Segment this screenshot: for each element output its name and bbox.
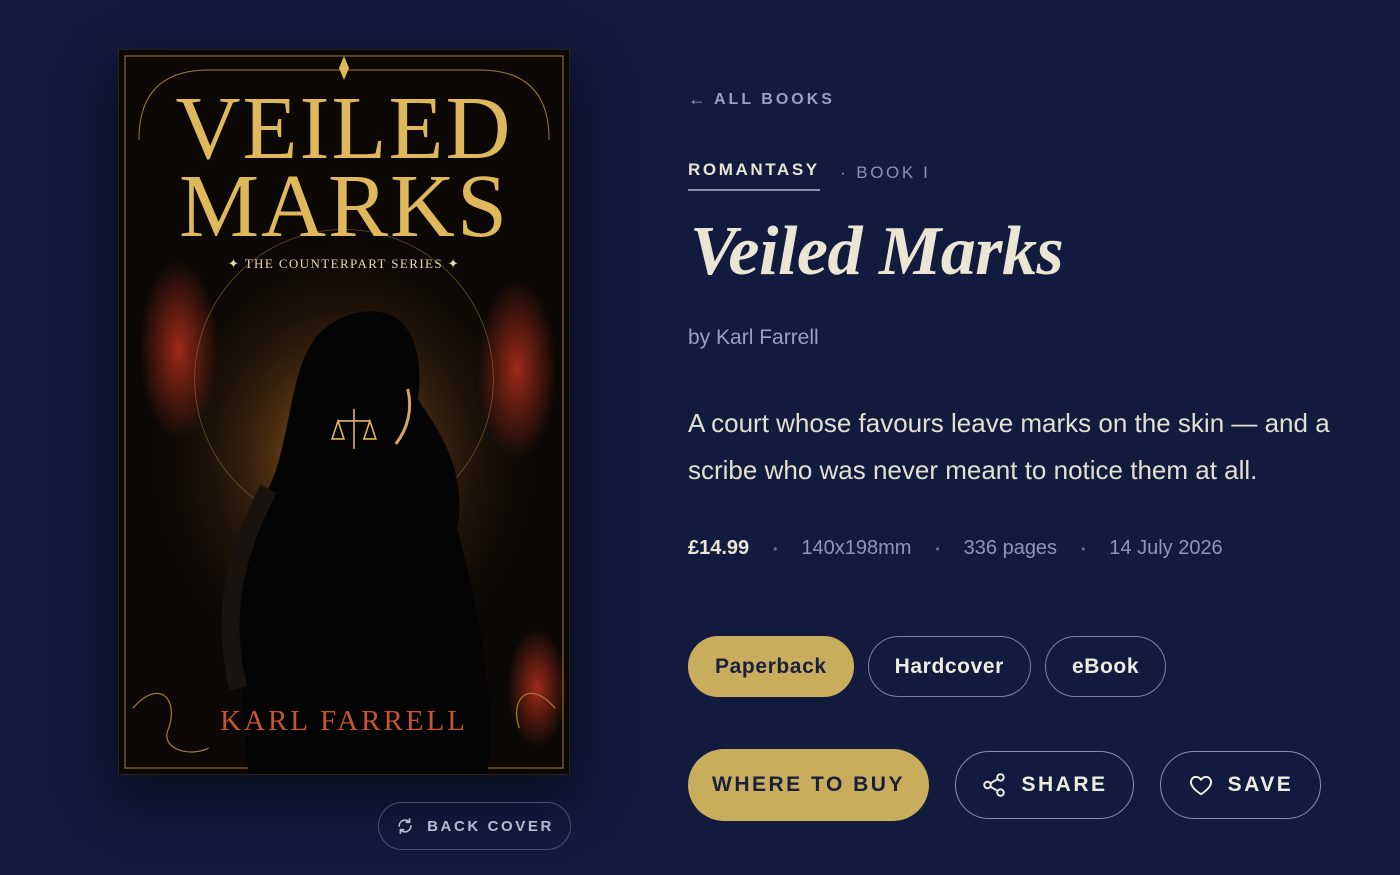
all-books-label: ALL BOOKS xyxy=(714,90,835,108)
heart-icon xyxy=(1189,775,1212,796)
cover-series-name: ✦ THE COUNTERPART SERIES ✦ xyxy=(228,256,460,271)
save-label: SAVE xyxy=(1227,773,1294,796)
back-cover-button[interactable]: BACK COVER xyxy=(378,802,571,850)
genre-tag[interactable]: ROMANTASY xyxy=(688,160,820,191)
all-books-link[interactable]: ← ALL BOOKS xyxy=(688,89,835,110)
meta-separator: • xyxy=(1081,541,1086,556)
book-number-label: BOOK I xyxy=(856,163,931,182)
book-detail-page: VEILED MARKS ✦ THE COUNTERPART SERIES ✦ … xyxy=(0,0,1400,875)
cover-title-line2: MARKS xyxy=(178,157,510,256)
share-button[interactable]: SHARE xyxy=(955,751,1134,819)
format-option-hardcover[interactable]: Hardcover xyxy=(867,636,1031,697)
book-page-count: 336 pages xyxy=(963,537,1058,559)
rotate-icon xyxy=(398,818,412,834)
book-number-dot: · xyxy=(840,163,849,182)
share-label: SHARE xyxy=(1021,773,1108,796)
share-icon xyxy=(983,773,1006,797)
series-book-number: · BOOK I xyxy=(840,163,930,183)
book-meta: £14.99 • 140x198mm • 336 pages • 14 July… xyxy=(688,537,1223,560)
book-cover-image[interactable]: VEILED MARKS ✦ THE COUNTERPART SERIES ✦ … xyxy=(118,49,570,775)
book-dimensions: 140x198mm xyxy=(801,537,912,559)
book-author: by Karl Farrell xyxy=(688,326,819,349)
format-option-ebook[interactable]: eBook xyxy=(1044,636,1167,697)
format-selector: Paperback Hardcover eBook xyxy=(688,636,1167,697)
book-title: Veiled Marks xyxy=(690,213,1064,290)
back-arrow-icon: ← xyxy=(688,89,706,109)
book-price: £14.99 xyxy=(688,537,750,559)
save-button[interactable]: SAVE xyxy=(1160,751,1321,819)
meta-separator: • xyxy=(935,541,940,556)
back-cover-label: BACK COVER xyxy=(427,817,554,835)
meta-separator: • xyxy=(773,541,778,556)
where-to-buy-button[interactable]: WHERE TO BUY xyxy=(688,749,929,821)
action-buttons: WHERE TO BUY SHARE SAVE xyxy=(688,749,1321,821)
book-release-date: 14 July 2026 xyxy=(1109,537,1223,559)
book-blurb: A court whose favours leave marks on the… xyxy=(688,408,1330,485)
cover-author-name: KARL FARRELL xyxy=(220,705,468,737)
format-option-paperback[interactable]: Paperback xyxy=(688,636,854,697)
